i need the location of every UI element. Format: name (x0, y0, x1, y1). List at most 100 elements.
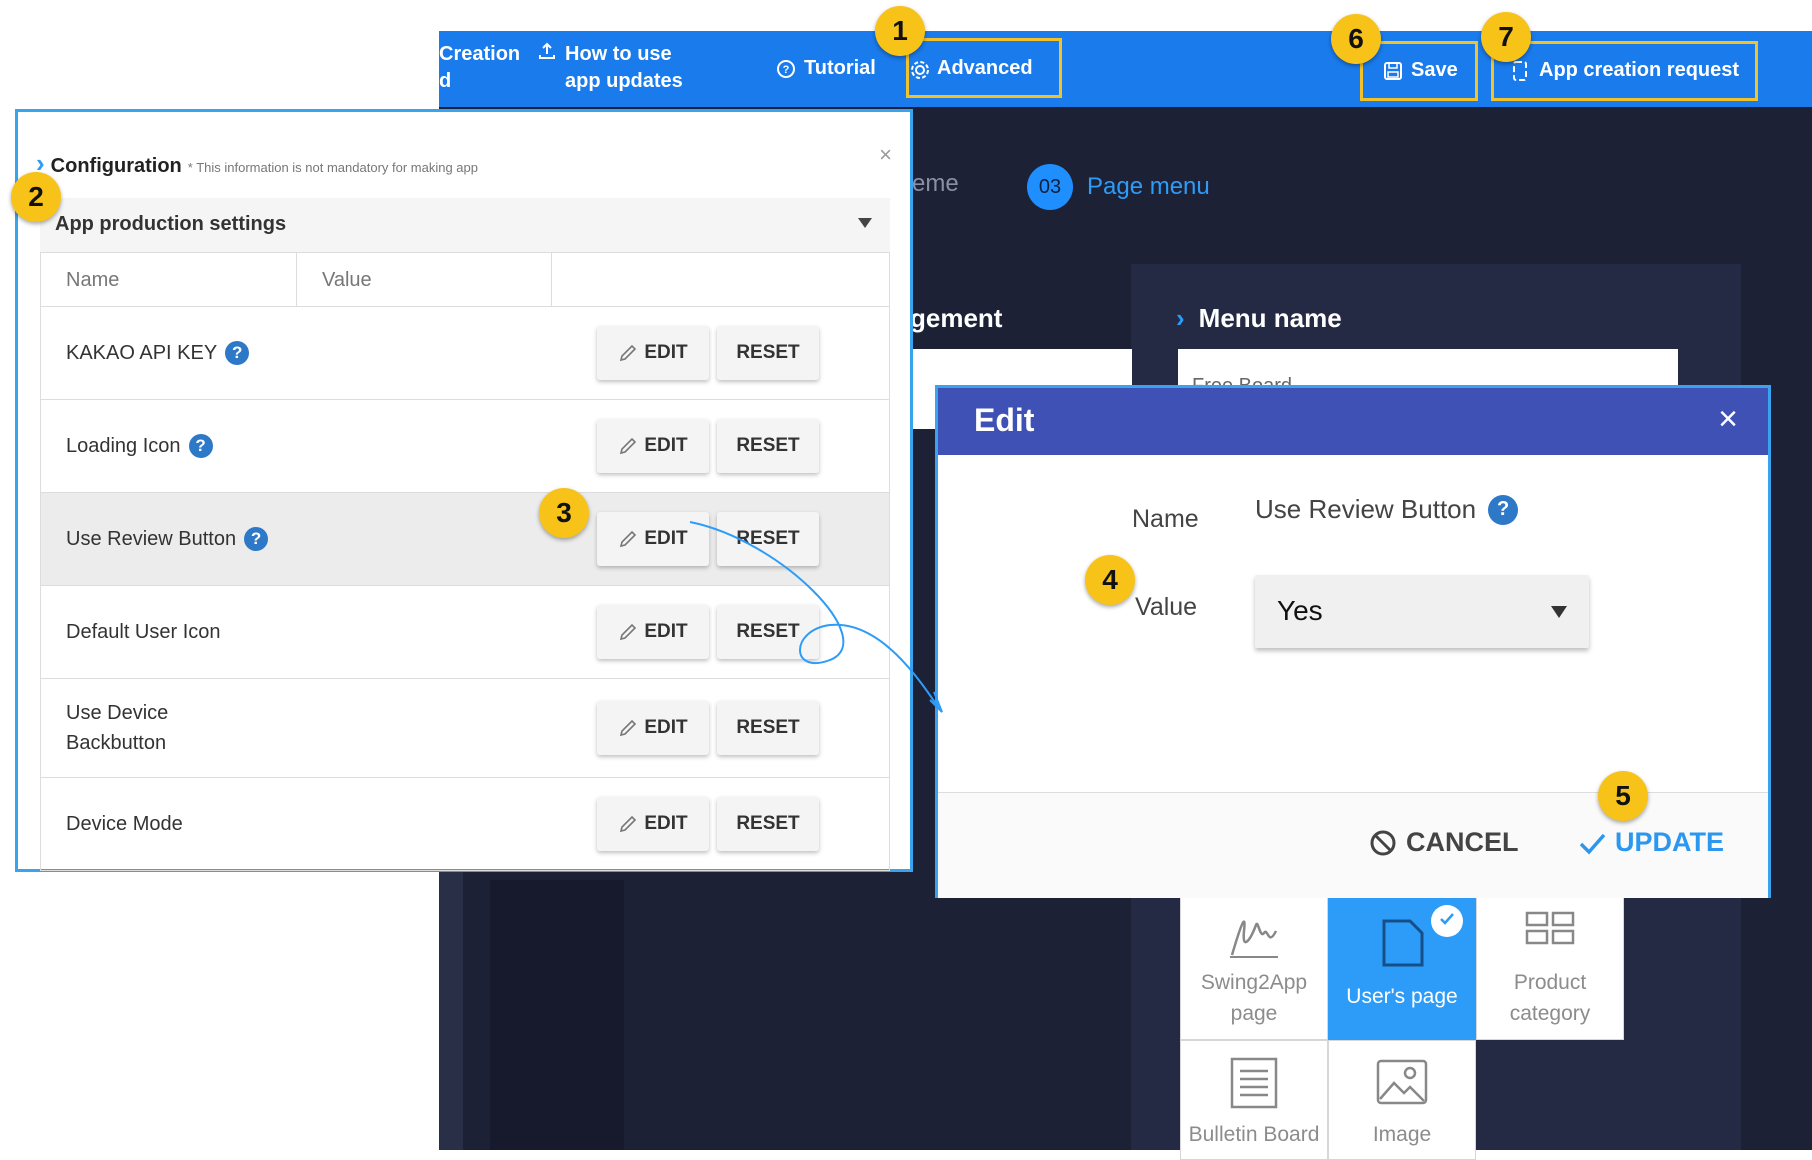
menu-name-label: Menu name (1198, 303, 1342, 333)
svg-text:?: ? (783, 64, 790, 76)
row-name: Loading Icon ? (66, 400, 213, 492)
reset-button[interactable]: RESET (717, 605, 819, 659)
update-button[interactable]: UPDATE (1577, 827, 1724, 858)
side-handle-strip (439, 870, 463, 1150)
nav-how-to-label: How to use app updates (565, 43, 683, 92)
edit-label: EDIT (644, 528, 688, 549)
nav-creation-guide[interactable]: Creation d (439, 41, 520, 95)
row-name-label: Default User Icon (66, 621, 221, 643)
reset-button[interactable]: RESET (717, 419, 819, 473)
chevron-right-icon: › (1176, 303, 1185, 333)
edit-dialog-header: Edit × (938, 388, 1768, 455)
row-name-label: Use Device Backbutton (66, 702, 169, 754)
reset-label: RESET (736, 621, 800, 642)
settings-table: Name Value KAKAO API KEY ? EDIT RESET Lo… (40, 252, 890, 871)
annotation-badge-7: 7 (1481, 12, 1531, 62)
pencil-icon (620, 719, 637, 737)
tile-product-category[interactable]: Product category (1476, 896, 1624, 1040)
update-label: UPDATE (1615, 827, 1725, 857)
reset-button[interactable]: RESET (717, 797, 819, 851)
edit-label: EDIT (644, 435, 688, 456)
edit-button[interactable]: EDIT (597, 326, 709, 380)
pencil-icon (620, 530, 637, 548)
reset-label: RESET (736, 435, 800, 456)
nav-tutorial-label: Tutorial (804, 57, 876, 79)
row-name-label: Loading Icon (66, 435, 181, 457)
step-theme-tab[interactable]: eme (912, 170, 959, 198)
row-name: Use Device Backbutton (66, 679, 216, 777)
value-select[interactable]: Yes (1255, 575, 1589, 648)
tile-label: Bulletin Board (1188, 1123, 1320, 1146)
reset-button[interactable]: RESET (717, 326, 819, 380)
table-row-selected: Use Review Button ? EDIT RESET (41, 493, 889, 586)
reset-label: RESET (736, 717, 800, 738)
image-icon (1376, 1059, 1428, 1105)
name-label: Name (1132, 505, 1199, 533)
caret-down-icon (858, 218, 872, 228)
annotation-badge-4: 4 (1085, 555, 1135, 605)
nav-creation-label-2: d (439, 70, 452, 92)
nav-how-to-use[interactable]: How to use app updates (537, 41, 712, 95)
dark-sidebar-panel (490, 880, 624, 1150)
edit-button[interactable]: EDIT (597, 605, 709, 659)
management-title: gement (910, 303, 1002, 334)
tile-label: Image (1372, 1123, 1432, 1146)
tile-bulletin-board[interactable]: Bulletin Board (1180, 1040, 1328, 1160)
annotation-badge-6: 6 (1331, 14, 1381, 64)
caret-down-icon (1551, 606, 1567, 618)
row-name-label: Device Mode (66, 813, 183, 835)
pencil-icon (620, 623, 637, 641)
table-row: Device Mode EDIT RESET (41, 778, 889, 871)
annotation-badge-3: 3 (539, 488, 589, 538)
nav-creation-label: Creation (439, 43, 521, 65)
value-selected: Yes (1277, 595, 1323, 626)
table-row: Loading Icon ? EDIT RESET (41, 400, 889, 493)
edit-button[interactable]: EDIT (597, 419, 709, 473)
reset-label: RESET (736, 342, 800, 363)
tile-label: Product category (1509, 971, 1591, 1025)
help-icon[interactable]: ? (244, 527, 269, 551)
tile-swing2app-page[interactable]: Swing2App page (1180, 896, 1328, 1040)
tile-users-page[interactable]: User's page (1328, 896, 1476, 1040)
configuration-header: › Configuration * This information is no… (36, 148, 478, 179)
edit-label: EDIT (644, 717, 688, 738)
row-name: Default User Icon (66, 586, 221, 678)
menu-name-title: › Menu name (1176, 303, 1342, 334)
check-icon (1431, 905, 1463, 937)
step-theme-label: eme (912, 170, 959, 197)
edit-button[interactable]: EDIT (597, 701, 709, 755)
tile-image[interactable]: Image (1328, 1040, 1476, 1160)
help-icon[interactable]: ? (188, 434, 213, 458)
pencil-icon (620, 437, 637, 455)
pencil-icon (620, 344, 637, 362)
help-icon[interactable]: ? (1488, 494, 1519, 525)
edit-label: EDIT (644, 342, 688, 363)
edit-button[interactable]: EDIT (597, 797, 709, 851)
table-row: KAKAO API KEY ? EDIT RESET (41, 307, 889, 400)
nav-tutorial[interactable]: ? Tutorial (776, 55, 876, 82)
table-row: Use Device Backbutton EDIT RESET (41, 679, 889, 778)
section-label: App production settings (55, 213, 287, 235)
signature-icon (1230, 920, 1278, 958)
app-production-settings-section[interactable]: App production settings (40, 198, 890, 252)
reset-button[interactable]: RESET (717, 701, 819, 755)
cancel-button[interactable]: CANCEL (1368, 827, 1519, 858)
annotation-badge-5: 5 (1598, 771, 1648, 821)
row-name-label: Use Review Button (66, 528, 237, 550)
menu-name-input[interactable]: Free Board (1178, 349, 1678, 389)
table-header: Name Value (41, 253, 889, 307)
help-circle-icon: ? (776, 59, 796, 79)
help-icon[interactable]: ? (225, 341, 250, 365)
document-icon (1230, 1057, 1278, 1109)
management-label: gement (910, 303, 1003, 333)
upload-icon (537, 41, 557, 61)
step-page-menu-tab[interactable]: 03 Page menu (1027, 164, 1210, 210)
row-name: Device Mode (66, 778, 183, 870)
close-icon[interactable]: × (879, 142, 892, 168)
configuration-note: * This information is not mandatory for … (187, 160, 478, 175)
edit-button[interactable]: EDIT (597, 512, 709, 566)
cancel-label: CANCEL (1406, 827, 1519, 857)
close-icon[interactable]: × (1718, 400, 1738, 439)
ban-icon (1370, 830, 1396, 855)
reset-button[interactable]: RESET (717, 512, 819, 566)
